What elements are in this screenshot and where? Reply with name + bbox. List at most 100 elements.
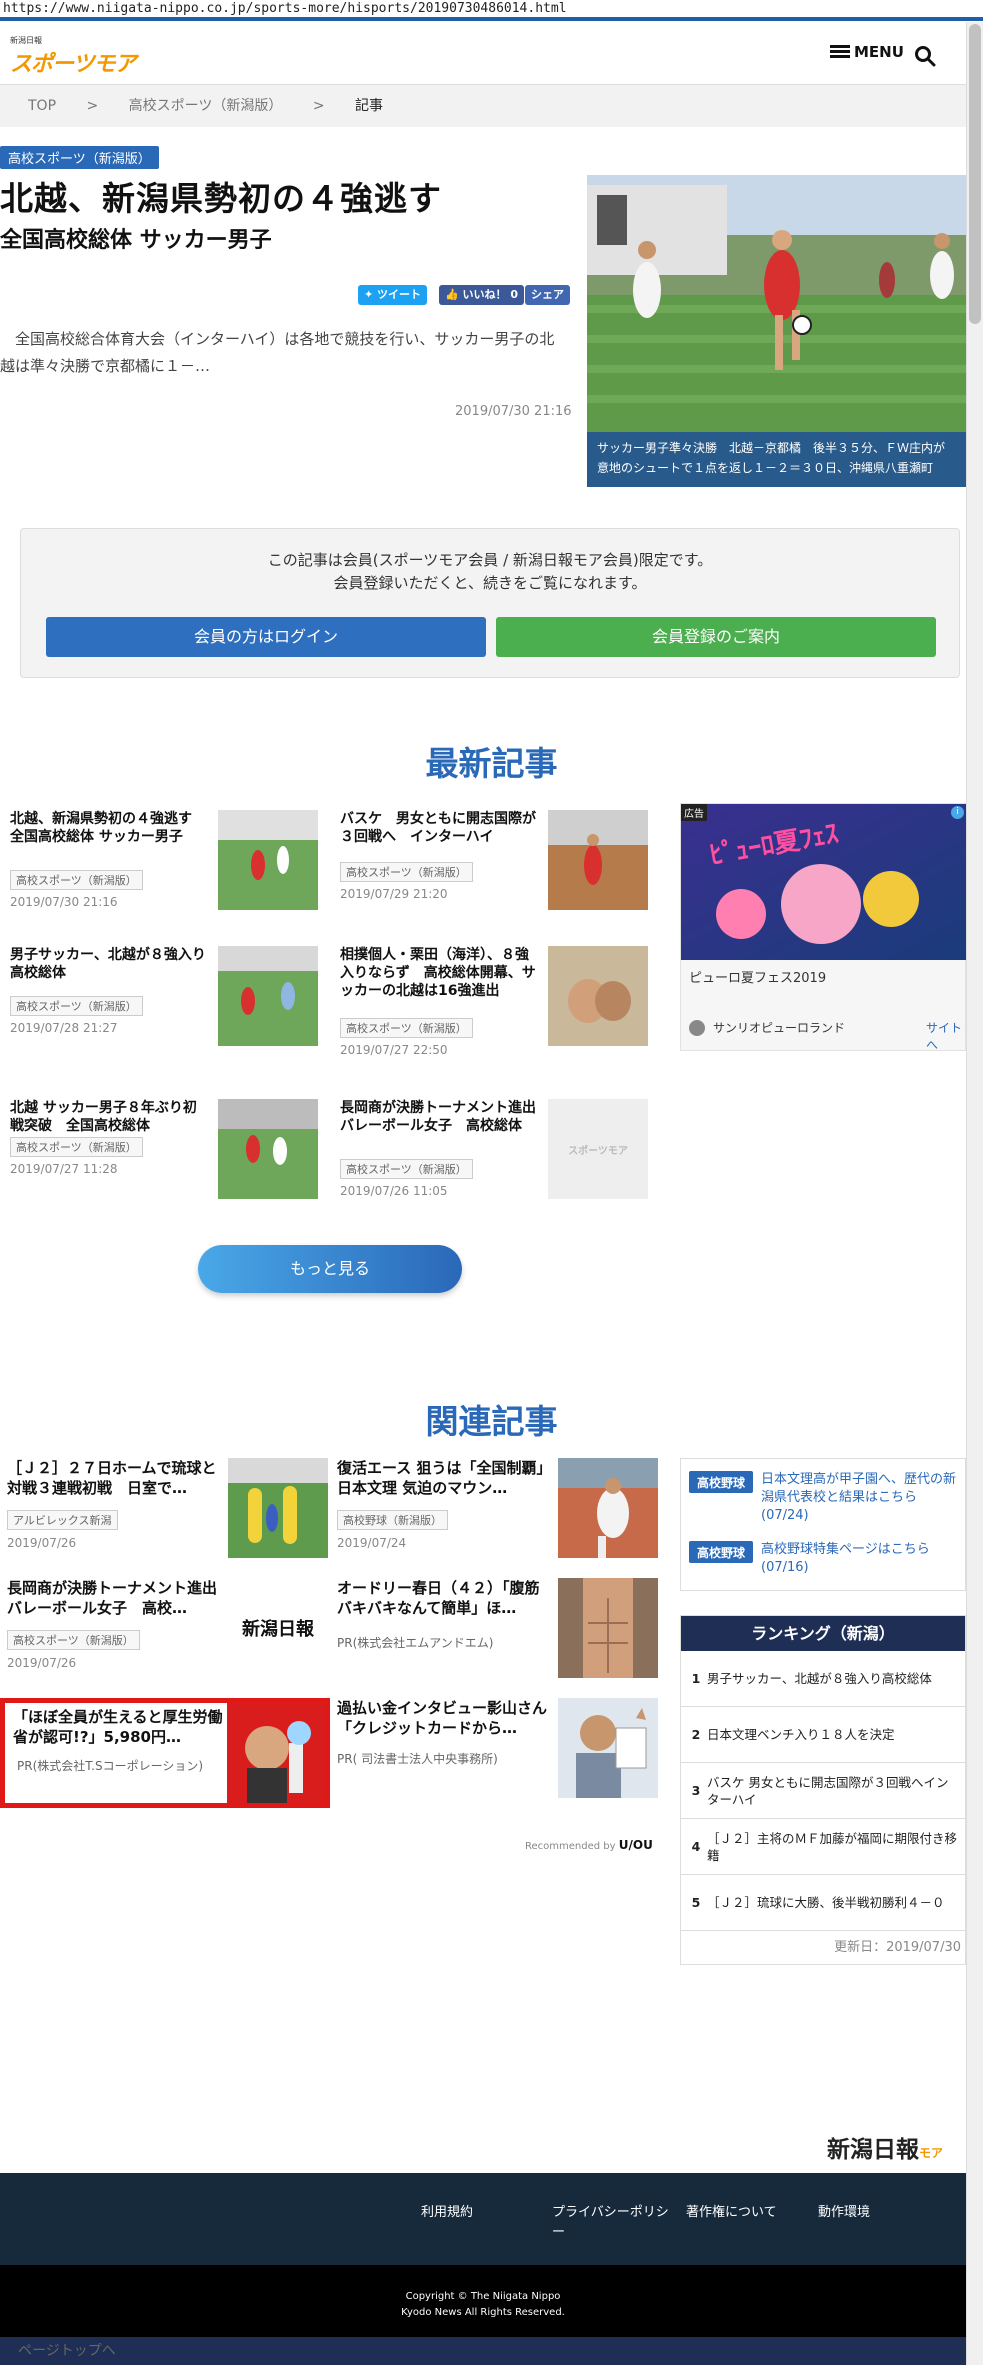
related-article-card[interactable]: 復活エース 狙うは「全国制覇」日本文理 気迫のマウン… 高校野球（新潟版） 20…: [330, 1458, 660, 1558]
ranking-title[interactable]: バスケ 男女ともに開志国際が３回戦へインターハイ: [707, 1774, 957, 1808]
footer-link-environment[interactable]: 動作環境: [818, 2203, 870, 2223]
latest-article-title[interactable]: 相撲個人・栗田（海洋）、８強入りならず 高校総体開幕、サッカーの北越は16強進出: [340, 946, 540, 1000]
latest-article-category[interactable]: 高校スポーツ（新潟版）: [10, 870, 143, 890]
related-article-date: 2019/07/24: [337, 1536, 407, 1550]
related-article-category[interactable]: 高校スポーツ（新潟版）: [7, 1630, 140, 1650]
ranking-item[interactable]: 4 ［Ｊ２］主将のＭＦ加藤が福岡に期限付き移籍: [681, 1819, 966, 1875]
ranking-updated-date: 更新日：2019/07/30: [834, 1940, 961, 1955]
sidebar-feature-link[interactable]: 高校野球 高校野球特集ページはこちら(07/16): [689, 1541, 961, 1577]
related-article-title[interactable]: 復活エース 狙うは「全国制覇」日本文理 気迫のマウン…: [337, 1458, 547, 1498]
related-article-title[interactable]: 「ほぼ全員が生えると厚生労働省が認可!?」5,980円…: [13, 1707, 223, 1747]
related-pr-sponsor: PR(株式会社T.Sコーポレーション): [17, 1759, 204, 1773]
latest-article-title[interactable]: バスケ 男女ともに開志国際が３回戦へ インターハイ: [340, 810, 540, 846]
member-register-button[interactable]: 会員登録のご案内: [496, 617, 936, 657]
breadcrumb-top[interactable]: TOP: [28, 98, 56, 114]
latest-article-card[interactable]: 長岡商が決勝トーナメント進出 バレーボール女子 高校総体 高校スポーツ（新潟版）…: [330, 1099, 660, 1199]
latest-article-category[interactable]: 高校スポーツ（新潟版）: [10, 996, 143, 1016]
ad-image[interactable]: ﾋﾟｭｰﾛ夏ﾌｪｽ: [681, 804, 966, 960]
member-login-button[interactable]: 会員の方はログイン: [46, 617, 486, 657]
ranking-number: 2: [691, 1727, 701, 1742]
latest-article-title[interactable]: 長岡商が決勝トーナメント進出 バレーボール女子 高校総体: [340, 1099, 550, 1135]
menu-button[interactable]: MENU: [830, 43, 904, 61]
share-button[interactable]: シェア: [525, 285, 570, 305]
latest-article-card[interactable]: バスケ 男女ともに開志国際が３回戦へ インターハイ 高校スポーツ（新潟版） 20…: [330, 810, 660, 910]
latest-article-category[interactable]: 高校スポーツ（新潟版）: [340, 1159, 473, 1179]
footer-link-copyright[interactable]: 著作権について: [686, 2203, 777, 2223]
like-button[interactable]: 👍 いいね！ 0: [439, 285, 525, 305]
related-article-thumbnail[interactable]: [227, 1703, 325, 1803]
globe-icon: [689, 1019, 705, 1036]
related-article-card[interactable]: ［Ｊ２］２７日ホームで琉球と対戦３連戦初戦 日室で… アルビレックス新潟 201…: [0, 1458, 330, 1558]
related-article-thumbnail-logo[interactable]: 新潟日報: [228, 1578, 328, 1678]
related-article-category[interactable]: 高校野球（新潟版）: [337, 1510, 448, 1530]
related-article-thumbnail[interactable]: [228, 1458, 328, 1558]
load-more-button[interactable]: もっと見る: [198, 1245, 462, 1293]
related-article-title[interactable]: ［Ｊ２］２７日ホームで琉球と対戦３連戦初戦 日室で…: [7, 1458, 217, 1498]
related-pr-card[interactable]: オードリー春日（４２）「腹筋バキバキなんて簡単」ほ… PR(株式会社エムアンドエ…: [330, 1578, 660, 1678]
scrollbar-thumb[interactable]: [969, 24, 981, 324]
related-article-thumbnail[interactable]: [558, 1698, 658, 1798]
latest-article-category[interactable]: 高校スポーツ（新潟版）: [10, 1137, 143, 1157]
latest-article-thumbnail[interactable]: [548, 946, 648, 1046]
related-article-title[interactable]: 長岡商が決勝トーナメント進出バレーボール女子 高校…: [7, 1578, 217, 1618]
latest-article-thumbnail[interactable]: [548, 810, 648, 910]
ranking-title[interactable]: 日本文理ベンチ入り１８人を決定: [707, 1726, 957, 1743]
related-pr-card[interactable]: 過払い金インタビュー影山さん「クレジットカードから… PR( 司法書士法人中央事…: [330, 1698, 660, 1798]
latest-article-thumbnail[interactable]: [218, 1099, 318, 1199]
tweet-button[interactable]: ✦ ツイート: [358, 285, 428, 305]
ad-advertiser: サンリオピューロランド: [713, 1021, 846, 1035]
search-icon[interactable]: [914, 45, 936, 67]
page-scrollbar[interactable]: [966, 22, 983, 2365]
latest-article-thumbnail[interactable]: [218, 810, 318, 910]
latest-article-card[interactable]: 男子サッカー、北越が８強入り 高校総体 高校スポーツ（新潟版） 2019/07/…: [0, 946, 330, 1046]
feature-link-text[interactable]: 高校野球特集ページはこちら(07/16): [761, 1541, 961, 1577]
footer-link-terms[interactable]: 利用規約: [421, 2203, 473, 2223]
latest-article-category[interactable]: 高校スポーツ（新潟版）: [340, 1018, 473, 1038]
site-logo[interactable]: 新潟日報 スポーツモア: [10, 35, 137, 78]
sidebar-feature-link[interactable]: 高校野球 日本文理高が甲子園へ、歴代の新潟県代表校と結果はこちら(07/24): [689, 1471, 961, 1525]
breadcrumb-category[interactable]: 高校スポーツ（新潟版）: [129, 98, 283, 114]
related-article-thumbnail[interactable]: [558, 1458, 658, 1558]
ranking-item[interactable]: 1 男子サッカー、北越が８強入り高校総体: [681, 1651, 966, 1707]
latest-article-card[interactable]: 北越、新潟県勢初の４強逃す 全国高校総体 サッカー男子 高校スポーツ（新潟版） …: [0, 810, 330, 910]
latest-article-thumbnail[interactable]: [218, 946, 318, 1046]
latest-article-card[interactable]: 相撲個人・栗田（海洋）、８強入りならず 高校総体開幕、サッカーの北越は16強進出…: [330, 946, 660, 1057]
related-article-title[interactable]: 過払い金インタビュー影山さん「クレジットカードから…: [337, 1698, 547, 1738]
related-article-category[interactable]: アルビレックス新潟: [7, 1510, 118, 1530]
article-category-badge[interactable]: 高校スポーツ（新潟版）: [0, 146, 159, 169]
recommended-by[interactable]: Recommended by U/OU: [525, 1838, 653, 1852]
ad-site-link[interactable]: サイトへ: [926, 1019, 965, 1053]
placeholder-logo-text: スポーツモア: [568, 1145, 628, 1157]
latest-article-date: 2019/07/27 11:28: [10, 1162, 118, 1176]
ranking-item[interactable]: 2 日本文理ベンチ入り１８人を決定: [681, 1707, 966, 1763]
article-lead: 全国高校総合体育大会（インターハイ）は各地で競技を行い、サッカー男子の北越は準々…: [0, 330, 555, 375]
ad-info-icon[interactable]: i: [951, 806, 964, 819]
latest-article-title[interactable]: 男子サッカー、北越が８強入り 高校総体: [10, 946, 220, 982]
latest-article-category[interactable]: 高校スポーツ（新潟版）: [340, 862, 473, 882]
ranking-item[interactable]: 3 バスケ 男女ともに開志国際が３回戦へインターハイ: [681, 1763, 966, 1819]
related-article-thumbnail[interactable]: [558, 1578, 658, 1678]
related-article-card[interactable]: 長岡商が決勝トーナメント進出バレーボール女子 高校… 高校スポーツ（新潟版） 2…: [0, 1578, 330, 1678]
back-to-top-link[interactable]: ページトップへ: [0, 2337, 966, 2365]
related-pr-card-highlighted[interactable]: 「ほぼ全員が生えると厚生労働省が認可!?」5,980円… PR(株式会社T.Sコ…: [0, 1698, 330, 1808]
sidebar-feature-links: 高校野球 日本文理高が甲子園へ、歴代の新潟県代表校と結果はこちら(07/24) …: [680, 1458, 966, 1591]
latest-article-title[interactable]: 北越 サッカー男子８年ぶり初戦突破 全国高校総体: [10, 1099, 210, 1135]
article-hero-image[interactable]: サッカー男子準々決勝 北越－京都橘 後半３５分、ＦＷ庄内が意地のシュートで１点を…: [587, 175, 966, 487]
feature-link-text[interactable]: 日本文理高が甲子園へ、歴代の新潟県代表校と結果はこちら(07/24): [761, 1471, 961, 1525]
ranking-item[interactable]: 5 ［Ｊ２］琉球に大勝、後半戦初勝利４－０: [681, 1875, 966, 1931]
ranking-title[interactable]: 男子サッカー、北越が８強入り高校総体: [707, 1670, 957, 1687]
latest-article-card[interactable]: 北越 サッカー男子８年ぶり初戦突破 全国高校総体 高校スポーツ（新潟版） 201…: [0, 1099, 330, 1199]
ad-title[interactable]: ピューロ夏フェス2019: [689, 967, 826, 986]
latest-article-title[interactable]: 北越、新潟県勢初の４強逃す 全国高校総体 サッカー男子: [10, 810, 210, 846]
article-date: 2019/07/30 21:16: [455, 404, 572, 419]
footer-logo[interactable]: 新潟日報モア: [827, 2130, 943, 2164]
sidebar-ad[interactable]: ﾋﾟｭｰﾛ夏ﾌｪｽ 広告 i ピューロ夏フェス2019 サンリオピューロランド …: [680, 803, 966, 1053]
related-pr-sponsor: PR( 司法書士法人中央事務所): [337, 1752, 498, 1766]
footer-link-privacy[interactable]: プライバシーポリシー: [552, 2203, 677, 2243]
related-article-title[interactable]: オードリー春日（４２）「腹筋バキバキなんて簡単」ほ…: [337, 1578, 547, 1618]
ranking-title[interactable]: ［Ｊ２］主将のＭＦ加藤が福岡に期限付き移籍: [707, 1830, 957, 1864]
related-pr-sponsor: PR(株式会社エムアンドエム): [337, 1636, 494, 1650]
ranking-title[interactable]: ［Ｊ２］琉球に大勝、後半戦初勝利４－０: [707, 1894, 957, 1911]
members-only-notice: この記事は会員(スポーツモア会員 / 新潟日報モア会員)限定です。 会員登録いた…: [20, 528, 960, 678]
latest-article-thumbnail-placeholder[interactable]: スポーツモア: [548, 1099, 648, 1199]
